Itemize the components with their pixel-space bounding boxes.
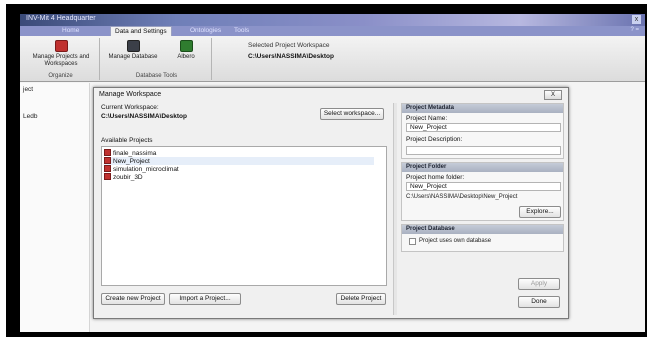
- available-projects-list: finale_nassima New_Project simulation_mi…: [101, 146, 387, 286]
- albero-label: Albero: [177, 54, 195, 60]
- database-icon: [126, 40, 140, 52]
- project-icon: [104, 149, 111, 156]
- manage-projects-label: Manage Projects and Workspaces: [32, 54, 90, 67]
- explorer-item[interactable]: Ledb: [23, 113, 37, 120]
- application-window: INV-Mit 4 Headquarter x Home Data and Se…: [20, 14, 645, 332]
- tab-home[interactable]: Home: [58, 26, 83, 36]
- own-database-label: Project uses own database: [419, 238, 492, 244]
- manage-database-label: Manage Database: [108, 54, 158, 60]
- list-item-selected[interactable]: New_Project: [104, 157, 374, 165]
- project-home-folder-label: Project home folder:: [406, 174, 465, 181]
- project-icon: [104, 173, 111, 180]
- window-close-button[interactable]: x: [632, 15, 641, 24]
- project-folder-header: Project Folder: [402, 163, 563, 172]
- tab-ontologies[interactable]: Ontologies: [186, 26, 225, 36]
- project-name: zoubir_3D: [113, 174, 143, 181]
- project-description-field[interactable]: [406, 146, 561, 155]
- screenshot-frame: INV-Mit 4 Headquarter x Home Data and Se…: [6, 4, 647, 337]
- title-bar: INV-Mit 4 Headquarter x: [20, 14, 645, 26]
- delete-project-button[interactable]: Delete Project: [336, 293, 386, 305]
- create-new-project-button[interactable]: Create new Project: [101, 293, 165, 305]
- selected-workspace-label: Selected Project Workspace: [248, 42, 330, 49]
- project-details-panel: Project Metadata Project Name: New_Proje…: [401, 103, 564, 315]
- project-explorer-pane: ject Ledb: [20, 83, 90, 332]
- project-icon: [104, 165, 111, 172]
- project-name: New_Project: [113, 158, 150, 165]
- project-folder-path: C:\Users\NASSIMA\Desktop\New_Project: [406, 194, 518, 200]
- current-workspace-label: Current Workspace:: [101, 104, 159, 111]
- list-item[interactable]: zoubir_3D: [104, 173, 374, 181]
- explore-button[interactable]: Explore...: [519, 206, 561, 218]
- apply-button[interactable]: Apply: [518, 278, 560, 290]
- done-button[interactable]: Done: [518, 296, 560, 308]
- tab-data-and-settings[interactable]: Data and Settings: [110, 26, 172, 36]
- available-projects-label: Available Projects: [101, 137, 153, 144]
- panel-splitter[interactable]: [393, 103, 397, 315]
- select-workspace-button[interactable]: Select workspace...: [320, 108, 384, 120]
- database-tools-group: Manage Database Albero Database Tools: [102, 38, 212, 80]
- tab-tools[interactable]: Tools: [230, 26, 253, 36]
- ribbon-tab-row: Home Data and Settings Ontologies Tools …: [20, 26, 645, 36]
- app-title: INV-Mit 4 Headquarter: [26, 15, 96, 22]
- selected-workspace-path: C:\Users\NASSIMA\Desktop: [248, 53, 334, 60]
- list-item[interactable]: simulation_microclimat: [104, 165, 374, 173]
- workspace-panel: Current Workspace: C:\Users\NASSIMA\Desk…: [98, 103, 389, 315]
- project-name: simulation_microclimat: [113, 166, 179, 173]
- project-database-header: Project Database: [402, 225, 563, 234]
- database-tools-group-label: Database Tools: [135, 73, 178, 79]
- project-name-field[interactable]: New_Project: [406, 123, 561, 132]
- current-workspace-path: C:\Users\NASSIMA\Desktop: [101, 113, 187, 120]
- project-icon: [104, 157, 111, 164]
- projects-icon: [54, 40, 68, 52]
- project-metadata-section: Project Metadata Project Name: New_Proje…: [401, 103, 564, 159]
- organize-group: Manage Projects and Workspaces Organize: [22, 38, 100, 80]
- dialog-close-button[interactable]: X: [544, 90, 562, 100]
- list-item[interactable]: finale_nassima: [104, 149, 374, 157]
- project-name-label: Project Name:: [406, 115, 448, 122]
- project-database-section: Project Database Project uses own databa…: [401, 224, 564, 252]
- organize-group-label: Organize: [48, 73, 73, 79]
- project-description-label: Project Description:: [406, 136, 463, 143]
- import-project-button[interactable]: Import a Project...: [169, 293, 241, 305]
- project-folder-section: Project Folder Project home folder: New_…: [401, 162, 564, 221]
- albero-button[interactable]: Albero: [166, 40, 206, 61]
- project-metadata-header: Project Metadata: [402, 104, 563, 113]
- dialog-title: Manage Workspace: [99, 91, 162, 98]
- ribbon: Manage Projects and Workspaces Organize …: [20, 36, 645, 82]
- project-name: finale_nassima: [113, 150, 157, 157]
- manage-projects-button[interactable]: Manage Projects and Workspaces: [24, 40, 98, 68]
- albero-icon: [179, 40, 193, 52]
- own-database-checkbox[interactable]: [409, 238, 416, 245]
- explorer-item[interactable]: ject: [23, 86, 33, 93]
- project-home-folder-field[interactable]: New_Project: [406, 182, 561, 191]
- manage-workspace-dialog: Manage Workspace X Current Workspace: C:…: [93, 87, 569, 319]
- help-icon[interactable]: ? =: [630, 27, 639, 33]
- manage-database-button[interactable]: Manage Database: [104, 40, 162, 61]
